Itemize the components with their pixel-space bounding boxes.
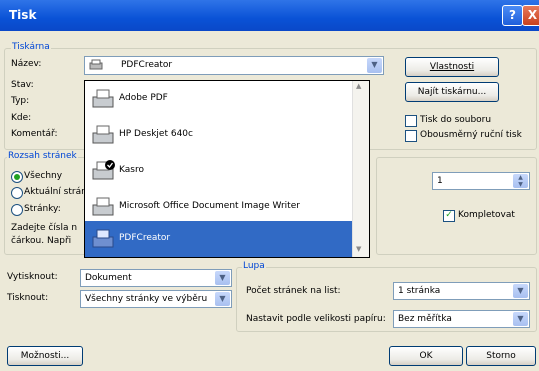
duplex-checkbox[interactable] bbox=[405, 130, 417, 142]
title-bar: Tisk ? X bbox=[0, 0, 539, 31]
current-page-radio[interactable] bbox=[11, 187, 23, 199]
printer-option-label: Kasro bbox=[119, 165, 144, 175]
dropdown-scrollbar[interactable]: ▲ ▼ bbox=[352, 81, 369, 257]
pages-per-sheet-select[interactable]: 1 stránka ▼ bbox=[393, 282, 530, 300]
status-label: Stav: bbox=[11, 80, 34, 90]
pages-radio[interactable] bbox=[11, 204, 23, 216]
chevron-down-icon[interactable]: ▼ bbox=[367, 58, 382, 73]
properties-button[interactable]: Vlastnosti bbox=[405, 57, 499, 77]
printer-icon bbox=[91, 227, 115, 251]
printer-option-label: Adobe PDF bbox=[119, 93, 168, 103]
all-pages-label: Všechny bbox=[24, 171, 63, 181]
pages-per-sheet-value: 1 stránka bbox=[398, 286, 441, 296]
printer-option[interactable]: HP Deskjet 640c bbox=[85, 117, 353, 153]
printer-option[interactable]: Adobe PDF bbox=[85, 81, 353, 117]
printer-icon bbox=[91, 123, 115, 147]
print-what-value: Dokument bbox=[85, 273, 132, 283]
pages-label: Stránky: bbox=[24, 204, 61, 214]
scale-value: Bez měřítka bbox=[398, 314, 452, 324]
zoom-legend: Lupa bbox=[242, 261, 266, 271]
copies-count-input[interactable]: 1 ▲ ▼ bbox=[432, 172, 530, 190]
spinner-icon[interactable]: ▲ ▼ bbox=[513, 174, 528, 188]
page-range-legend: Rozsah stránek bbox=[7, 151, 78, 161]
chevron-down-icon[interactable]: ▼ bbox=[513, 312, 528, 326]
pages-per-sheet-label: Počet stránek na list: bbox=[246, 286, 341, 296]
range-hint-line2: čárkou. Napři bbox=[11, 236, 72, 246]
range-hint-line1: Zadejte čísla n bbox=[11, 223, 78, 233]
print-select[interactable]: Všechny stránky ve výběru ▼ bbox=[80, 290, 232, 308]
scale-select[interactable]: Bez měřítka ▼ bbox=[393, 310, 530, 328]
printer-option-label: Microsoft Office Document Image Writer bbox=[119, 201, 300, 211]
type-label: Typ: bbox=[11, 96, 30, 106]
window-title: Tisk bbox=[9, 8, 37, 22]
scroll-up-icon[interactable]: ▲ bbox=[356, 82, 361, 90]
printer-select[interactable]: PDFCreator ▼ bbox=[84, 56, 384, 75]
collate-label: Kompletovat bbox=[458, 210, 515, 220]
scale-label: Nastavit podle velikosti papíru: bbox=[246, 314, 386, 324]
ok-button[interactable]: OK bbox=[389, 346, 463, 366]
printer-dropdown-list: Adobe PDF HP Deskjet 640c Kasro Microsof… bbox=[84, 80, 370, 258]
print-what-select[interactable]: Dokument ▼ bbox=[80, 269, 232, 287]
printer-option[interactable]: Kasro bbox=[85, 153, 353, 189]
chevron-down-icon[interactable]: ▼ bbox=[513, 284, 528, 298]
close-button[interactable]: X bbox=[522, 5, 539, 26]
copies-count-value: 1 bbox=[437, 176, 443, 186]
printer-name-label: Název: bbox=[11, 59, 42, 69]
print-dialog: Tisk ? X Tiskárna Název: PDFCreator ▼ St… bbox=[0, 0, 539, 371]
find-printer-button[interactable]: Najít tiskárnu... bbox=[405, 82, 499, 102]
printer-option-label: HP Deskjet 640c bbox=[119, 129, 193, 139]
scroll-down-icon[interactable]: ▼ bbox=[356, 245, 361, 253]
print-to-file-checkbox[interactable] bbox=[405, 115, 417, 127]
print-value: Všechny stránky ve výběru bbox=[85, 294, 208, 304]
duplex-label: Obousměrný ruční tisk bbox=[420, 130, 522, 140]
help-button[interactable]: ? bbox=[502, 5, 523, 26]
printer-option-label: PDFCreator bbox=[119, 233, 171, 243]
print-what-label: Vytisknout: bbox=[7, 272, 58, 282]
chevron-down-icon[interactable]: ▼ bbox=[215, 292, 230, 306]
printer-option[interactable]: Microsoft Office Document Image Writer bbox=[85, 189, 353, 225]
collate-checkbox[interactable]: ✓ bbox=[443, 210, 455, 222]
options-button[interactable]: Možnosti... bbox=[7, 346, 83, 366]
printer-selected-value: PDFCreator bbox=[121, 60, 173, 70]
printer-legend: Tiskárna bbox=[11, 42, 51, 52]
print-label: Tisknout: bbox=[7, 293, 49, 303]
cancel-button[interactable]: Storno bbox=[466, 346, 536, 366]
printer-icon bbox=[91, 87, 115, 111]
chevron-down-icon[interactable]: ▼ bbox=[215, 271, 230, 285]
printer-icon bbox=[91, 195, 115, 219]
printer-icon bbox=[89, 59, 103, 71]
comment-label: Komentář: bbox=[11, 129, 58, 139]
default-printer-icon bbox=[91, 159, 115, 183]
where-label: Kde: bbox=[11, 113, 32, 123]
all-pages-radio[interactable] bbox=[11, 171, 23, 183]
printer-option-selected[interactable]: PDFCreator bbox=[85, 221, 353, 257]
print-to-file-label: Tisk do souboru bbox=[420, 115, 492, 125]
